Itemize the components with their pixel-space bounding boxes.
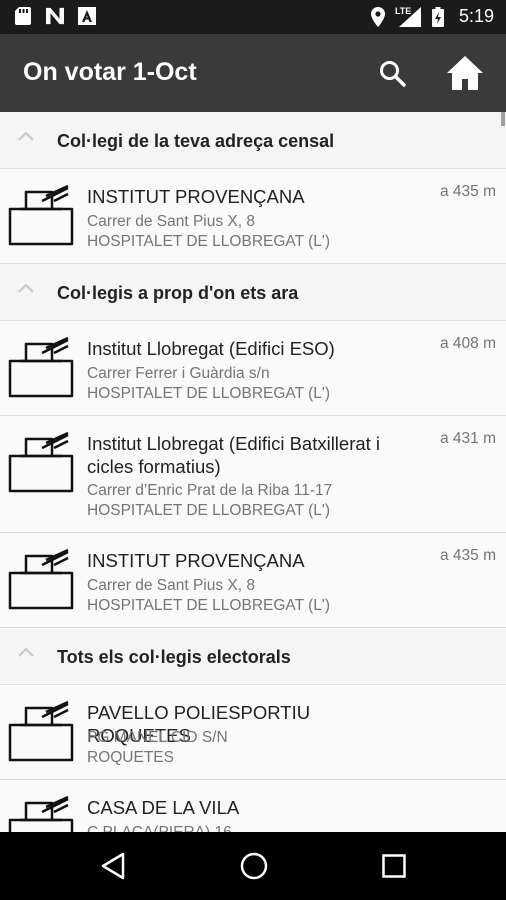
- home-icon: [447, 56, 483, 90]
- search-icon: [380, 61, 406, 87]
- college-name: Institut Llobregat (Edifici ESO): [87, 338, 335, 359]
- home-circle-icon: [240, 852, 268, 880]
- section-title: Col·legis a prop d'on ets ara: [57, 283, 299, 303]
- college-address: C.PLACA(PIERA) 16: [87, 824, 232, 832]
- section-title: Tots els col·legis electorals: [57, 647, 291, 667]
- battery-icon: [429, 6, 447, 27]
- college-address: PG MANEL CID S/N: [87, 729, 228, 746]
- college-distance: a 431 m: [439, 430, 496, 447]
- a-notification-icon: [78, 7, 96, 25]
- back-icon: [101, 852, 125, 880]
- home-nav-button[interactable]: [239, 851, 269, 881]
- section-title: Col·legi de la teva adreça censal: [57, 131, 335, 151]
- chevron-up-icon: [18, 131, 34, 141]
- college-address: Carrer de Sant Pius X, 8: [87, 213, 255, 230]
- ballot-box-icon: [8, 700, 74, 762]
- navigation-bar: [0, 832, 506, 900]
- college-name: INSTITUT PROVENÇANA: [87, 186, 305, 207]
- app-bar: On votar 1-Oct: [0, 34, 506, 112]
- college-address: Carrer d’Enric Prat de la Riba 11-17: [87, 482, 333, 499]
- signal-icon: LTE: [394, 5, 421, 27]
- recents-button[interactable]: [381, 853, 407, 879]
- recents-icon: [382, 854, 406, 878]
- ballot-box-icon: [8, 336, 74, 398]
- back-button[interactable]: [100, 851, 126, 881]
- ballot-box-icon: [8, 184, 74, 246]
- college-distance: a 435 m: [439, 183, 496, 200]
- location-icon: [369, 6, 387, 27]
- section-header-census[interactable]: Col·legi de la teva adreça censal: [0, 112, 506, 169]
- search-button[interactable]: [378, 59, 408, 89]
- status-bar: LTE 5:19: [0, 0, 506, 34]
- college-city: HOSPITALET DE LLOBREGAT (L'): [87, 233, 330, 250]
- college-distance: a 408 m: [439, 335, 496, 352]
- home-button[interactable]: [445, 54, 485, 92]
- college-address: Carrer Ferrer i Guàrdia s/n: [87, 365, 270, 382]
- section-header-all[interactable]: Tots els col·legis electorals: [0, 628, 506, 685]
- list-item[interactable]: PAVELLO POLIESPORTIU ROQUETES PG MANEL C…: [0, 685, 506, 780]
- college-list[interactable]: Col·legi de la teva adreça censal INSTIT…: [0, 112, 506, 832]
- college-name: CASA DE LA VILA: [87, 797, 240, 818]
- college-distance: a 435 m: [439, 547, 496, 564]
- college-address: Carrer de Sant Pius X, 8: [87, 577, 255, 594]
- list-item[interactable]: Institut Llobregat (Edifici Batxillerat …: [0, 416, 506, 533]
- college-name: Institut Llobregat (Edifici Batxillerat …: [87, 433, 381, 477]
- college-city: HOSPITALET DE LLOBREGAT (L'): [87, 385, 330, 402]
- ballot-box-icon: [8, 431, 74, 493]
- college-name: INSTITUT PROVENÇANA: [87, 550, 305, 571]
- college-city: ROQUETES: [87, 749, 174, 766]
- n-notification-icon: [46, 7, 64, 25]
- sd-card-icon: [14, 7, 32, 25]
- scrollbar[interactable]: [501, 112, 505, 126]
- list-item[interactable]: INSTITUT PROVENÇANA Carrer de Sant Pius …: [0, 533, 506, 628]
- section-header-nearby[interactable]: Col·legis a prop d'on ets ara: [0, 264, 506, 321]
- college-city: HOSPITALET DE LLOBREGAT (L'): [87, 597, 330, 614]
- chevron-up-icon: [18, 283, 34, 293]
- list-item[interactable]: Institut Llobregat (Edifici ESO) Carrer …: [0, 321, 506, 416]
- clock: 5:19: [458, 6, 494, 26]
- list-item[interactable]: INSTITUT PROVENÇANA Carrer de Sant Pius …: [0, 169, 506, 264]
- network-type-label: LTE: [394, 5, 412, 16]
- list-item[interactable]: CASA DE LA VILA C.PLACA(PIERA) 16: [0, 780, 506, 832]
- app-title: On votar 1-Oct: [23, 58, 197, 86]
- ballot-box-icon: [8, 548, 74, 610]
- chevron-up-icon: [18, 647, 34, 657]
- college-city: HOSPITALET DE LLOBREGAT (L'): [87, 502, 330, 519]
- ballot-box-icon: [8, 795, 74, 832]
